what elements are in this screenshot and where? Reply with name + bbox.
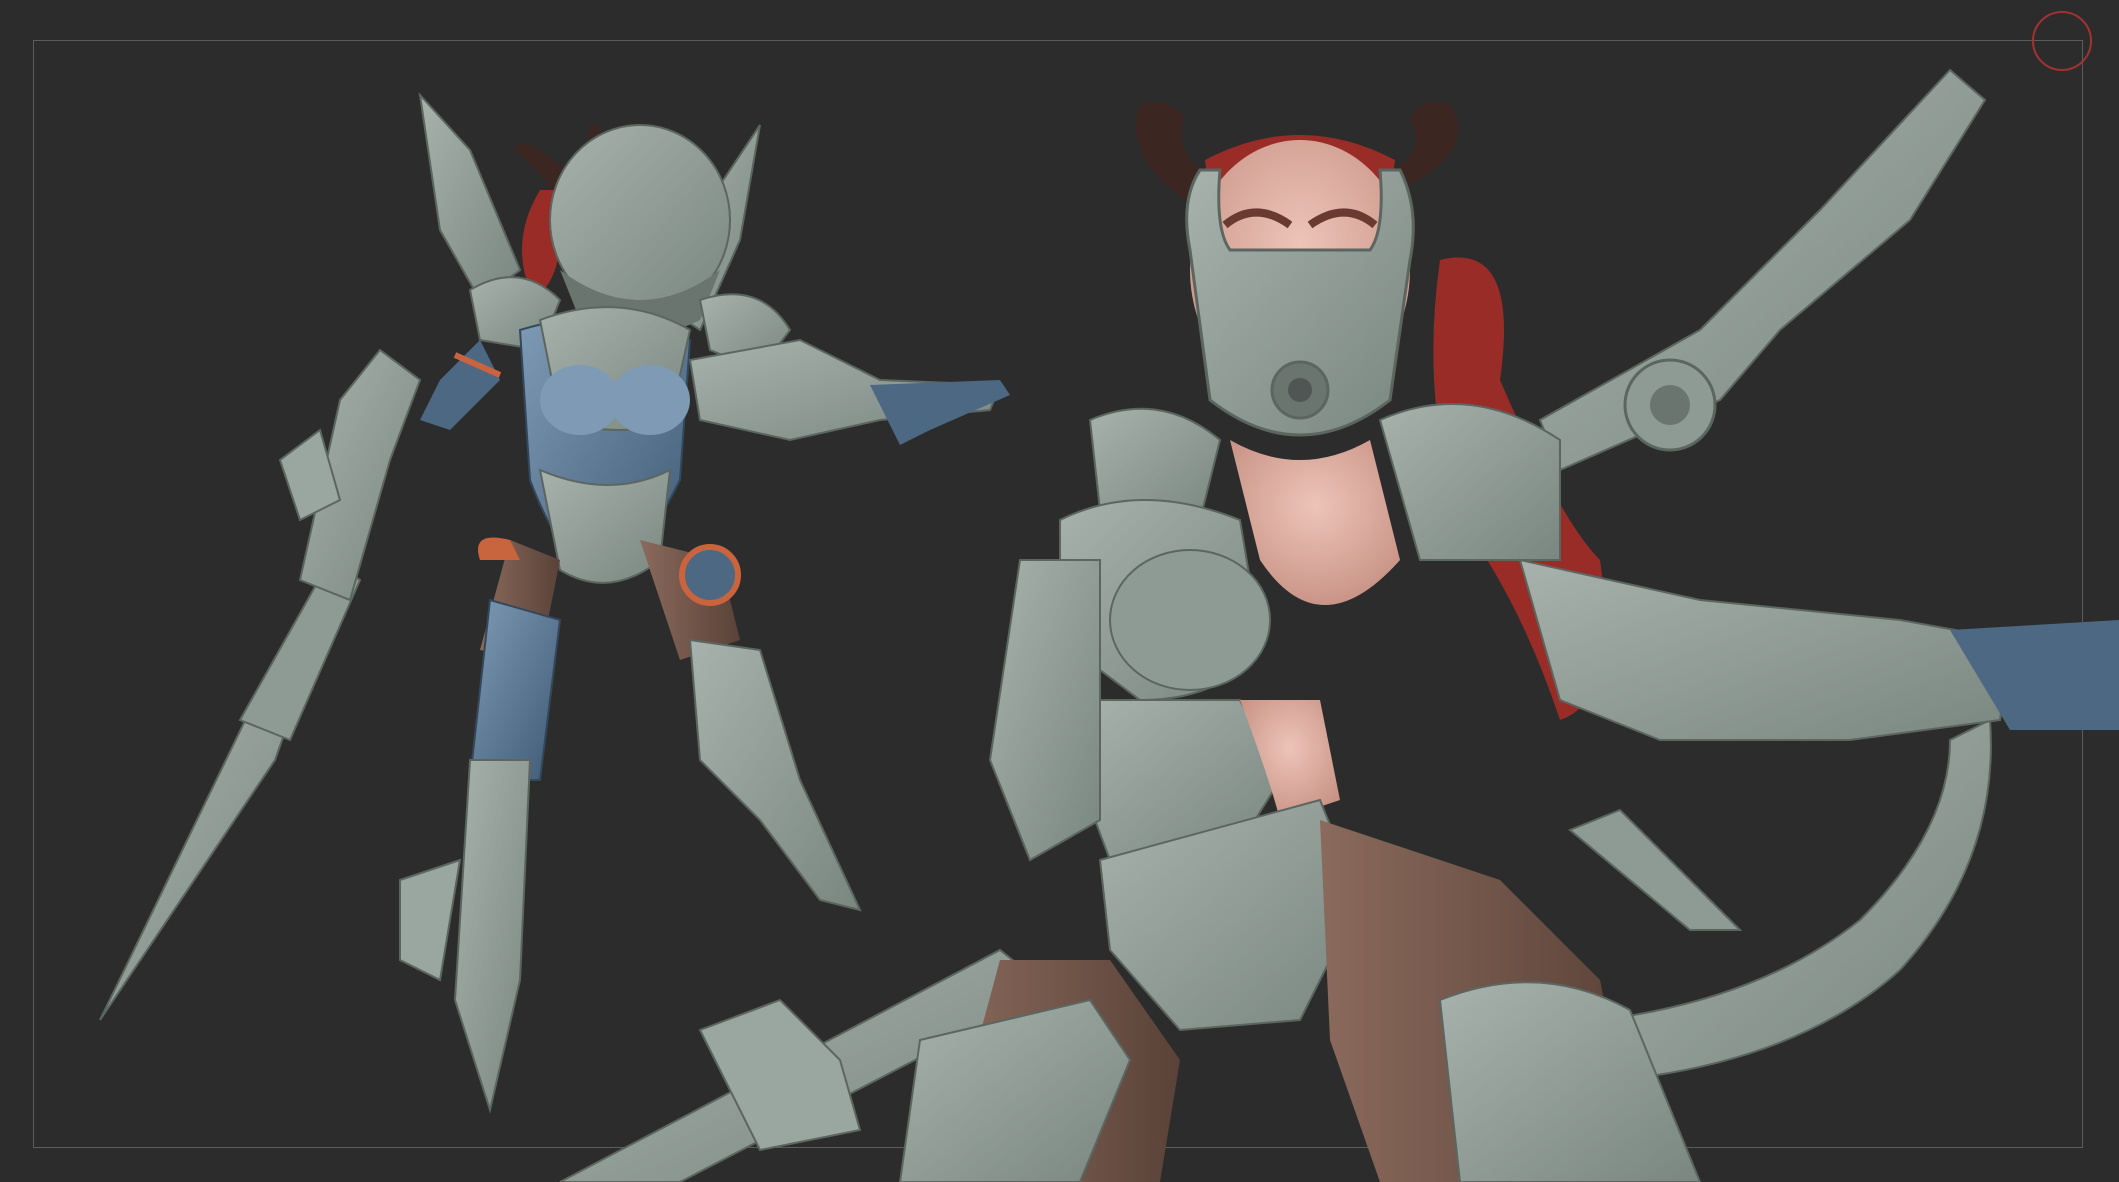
left-leg-armor-2: [688, 638, 862, 912]
sculpt-scene[interactable]: [0, 0, 2119, 1182]
left-leg-armor-1: [453, 759, 532, 1114]
left-wing-left: [418, 91, 522, 302]
right-wing-blade: [1538, 68, 1987, 472]
right-figure: [559, 68, 2119, 1182]
viewport[interactable]: [0, 0, 2119, 1182]
left-figure: [99, 91, 1010, 1114]
left-spear: [99, 688, 302, 1021]
right-extended-arm: [1518, 558, 2012, 741]
